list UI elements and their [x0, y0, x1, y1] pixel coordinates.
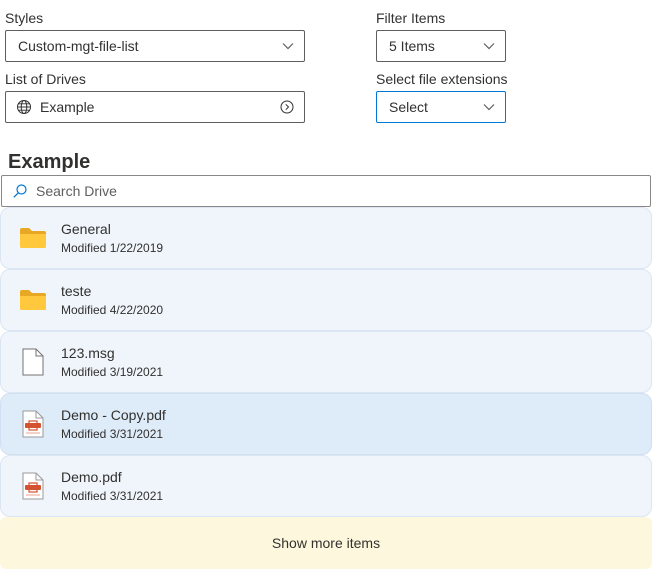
file-modified: Modified 3/31/2021	[61, 489, 164, 503]
file-modified: Modified 3/19/2021	[61, 365, 164, 379]
chevron-down-icon	[483, 101, 495, 113]
filter-items-label: Filter Items	[376, 10, 446, 26]
file-extensions-label: Select file extensions	[376, 71, 508, 87]
generic-file-icon	[17, 346, 49, 378]
file-name: Demo - Copy.pdf	[61, 407, 166, 423]
styles-dropdown[interactable]: Custom-mgt-file-list	[5, 30, 305, 62]
file-name: teste	[61, 283, 92, 299]
chevron-down-icon	[282, 40, 294, 52]
pdf-file-icon	[17, 408, 49, 440]
styles-dropdown-value: Custom-mgt-file-list	[18, 38, 139, 54]
file-item-123-msg[interactable]: 123.msg Modified 3/19/2021	[0, 331, 652, 393]
folder-icon	[17, 222, 49, 254]
file-name: Demo.pdf	[61, 469, 122, 485]
file-extensions-dropdown[interactable]: Select	[376, 91, 506, 123]
file-item-teste[interactable]: teste Modified 4/22/2020	[0, 269, 652, 331]
show-more-button[interactable]: Show more items	[0, 517, 652, 569]
search-box	[1, 175, 651, 207]
list-of-drives-label: List of Drives	[5, 71, 86, 87]
file-name: General	[61, 221, 111, 237]
drive-picker-value: Example	[40, 99, 95, 115]
chevron-right-circle-icon[interactable]	[280, 100, 294, 114]
file-item-general[interactable]: General Modified 1/22/2019	[0, 207, 652, 269]
file-extensions-dropdown-value: Select	[389, 99, 428, 115]
filter-items-dropdown[interactable]: 5 Items	[376, 30, 506, 62]
file-name: 123.msg	[61, 345, 115, 361]
chevron-down-icon	[483, 40, 495, 52]
pdf-file-icon	[17, 470, 49, 502]
file-modified: Modified 3/31/2021	[61, 427, 164, 441]
search-icon	[12, 183, 28, 199]
file-list: General Modified 1/22/2019 teste Modifie…	[0, 207, 652, 517]
globe-icon	[16, 99, 32, 115]
drive-title: Example	[8, 151, 91, 173]
file-item-demo-copy-pdf[interactable]: Demo - Copy.pdf Modified 3/31/2021	[0, 393, 652, 455]
file-item-demo-pdf[interactable]: Demo.pdf Modified 3/31/2021	[0, 455, 652, 517]
drive-picker[interactable]: Example	[5, 91, 305, 123]
search-input[interactable]	[28, 182, 650, 200]
filter-items-dropdown-value: 5 Items	[389, 38, 435, 54]
styles-label: Styles	[5, 10, 44, 26]
folder-icon	[17, 284, 49, 316]
file-modified: Modified 1/22/2019	[61, 241, 164, 255]
file-modified: Modified 4/22/2020	[61, 303, 164, 317]
